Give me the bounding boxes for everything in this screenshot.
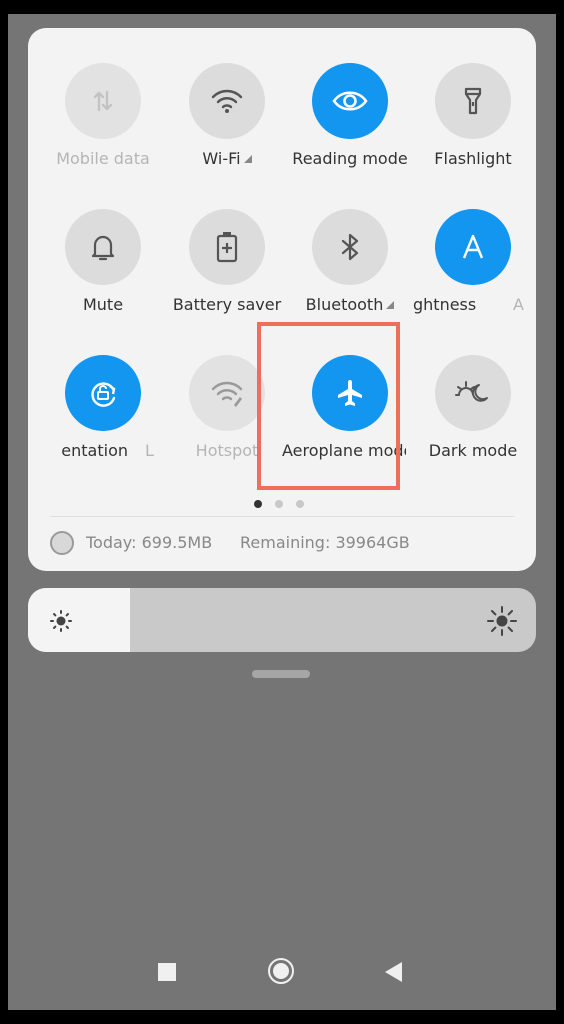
brightness-fill xyxy=(28,588,130,652)
next-tile-label-fragment: A xyxy=(513,295,524,314)
hotspot-icon xyxy=(189,355,265,431)
bluetooth-icon xyxy=(312,209,388,285)
more-indicator-icon xyxy=(386,301,395,309)
tile-dark-mode[interactable]: Dark mode xyxy=(413,355,533,485)
page-dot[interactable] xyxy=(275,500,283,508)
highlight-box xyxy=(257,322,400,490)
tile-label: Wi-Fi xyxy=(202,149,241,168)
screen: Mobile data Wi-Fi Reading mode Flashligh… xyxy=(8,14,556,1010)
data-usage-remaining: Remaining: 39964GB xyxy=(240,533,410,552)
mobile-data-icon xyxy=(65,63,141,139)
dark-mode-icon xyxy=(435,355,511,431)
recents-button[interactable] xyxy=(158,963,176,981)
flashlight-icon xyxy=(435,63,511,139)
eye-icon xyxy=(312,63,388,139)
tile-battery-saver[interactable]: Battery saver xyxy=(167,209,287,339)
tile-label: Reading mode xyxy=(292,149,408,168)
home-button-inner xyxy=(273,963,289,979)
tile-bluetooth[interactable]: Bluetooth xyxy=(290,209,410,339)
brightness-low-icon xyxy=(48,608,74,638)
home-button[interactable] xyxy=(268,958,294,984)
tile-wifi[interactable]: Wi-Fi xyxy=(167,63,287,193)
tile-label: entation xyxy=(61,441,128,460)
page-dot[interactable] xyxy=(296,500,304,508)
next-tile-label-fragment: L xyxy=(145,441,154,460)
page-dot-active[interactable] xyxy=(254,500,262,508)
tile-label: Flashlight xyxy=(434,149,512,168)
tile-label: Battery saver xyxy=(172,295,282,314)
tile-label: Dark mode xyxy=(428,441,518,460)
tile-reading-mode[interactable]: Reading mode xyxy=(290,63,410,193)
tile-label: Mobile data xyxy=(56,149,150,168)
tile-label: Mute xyxy=(82,295,124,314)
brightness-slider[interactable] xyxy=(28,588,536,652)
data-usage-today: Today: 699.5MB xyxy=(86,533,213,552)
tile-label-wrap: Wi-Fi xyxy=(161,149,293,168)
brightness-high-icon xyxy=(486,605,518,641)
tile-label: Bluetooth xyxy=(305,295,384,314)
battery-icon xyxy=(189,209,265,285)
navigation-bar xyxy=(8,954,556,994)
rotation-lock-icon xyxy=(65,355,141,431)
divider xyxy=(50,516,514,517)
tile-flashlight[interactable]: Flashlight xyxy=(413,63,533,193)
tile-label: ghtness xyxy=(413,295,477,314)
signal-indicator-icon xyxy=(243,155,252,163)
tile-mobile-data[interactable]: Mobile data xyxy=(43,63,163,193)
tile-auto-brightness[interactable]: ghtness xyxy=(413,209,533,339)
panel-drag-handle[interactable] xyxy=(252,670,310,678)
bell-icon xyxy=(65,209,141,285)
tile-label-wrap: Bluetooth xyxy=(284,295,416,314)
auto-brightness-icon xyxy=(435,209,511,285)
wifi-icon xyxy=(189,63,265,139)
tile-mute[interactable]: Mute xyxy=(43,209,163,339)
tile-rotation[interactable]: entation xyxy=(43,355,163,485)
back-button[interactable] xyxy=(385,962,402,982)
usage-ring-icon xyxy=(50,531,74,555)
